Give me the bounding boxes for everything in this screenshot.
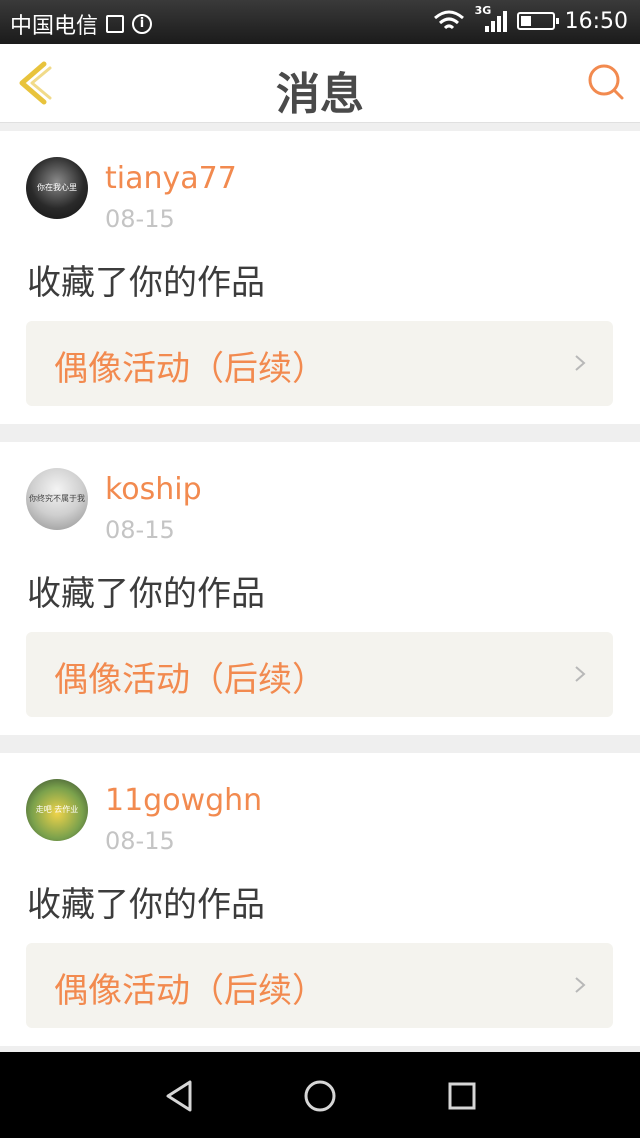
image-icon bbox=[106, 15, 125, 33]
chevron-right-icon bbox=[575, 666, 586, 682]
work-link[interactable]: 偶像活动（后续） bbox=[26, 943, 613, 1028]
wifi-icon bbox=[433, 10, 464, 30]
page-title: 消息 bbox=[276, 69, 364, 120]
message-card: 走吧 去作业 11gowghn 08-15 收藏了你的作品 偶像活动（后续） bbox=[0, 753, 640, 1046]
avatar-caption: 你在我心里 bbox=[37, 183, 77, 192]
search-button[interactable] bbox=[586, 62, 626, 102]
carrier-label: 中国电信 bbox=[10, 14, 99, 39]
chevron-right-icon bbox=[575, 355, 586, 371]
username-link[interactable]: 11gowghn bbox=[105, 783, 262, 818]
work-link[interactable]: 偶像活动（后续） bbox=[26, 632, 613, 717]
status-bar-right: 3G 16:50 bbox=[433, 4, 628, 34]
message-date: 08-15 bbox=[105, 516, 175, 544]
message-date: 08-15 bbox=[105, 827, 175, 855]
work-title: 偶像活动（后续） bbox=[54, 349, 326, 389]
message-card: 你在我心里 tianya77 08-15 收藏了你的作品 偶像活动（后续） bbox=[0, 131, 640, 424]
message-date: 08-15 bbox=[105, 205, 175, 233]
circle-home-icon[interactable] bbox=[300, 1076, 340, 1116]
info-icon: i bbox=[132, 14, 153, 34]
avatar[interactable]: 走吧 去作业 bbox=[26, 779, 88, 841]
message-action-text: 收藏了你的作品 bbox=[27, 885, 265, 925]
avatar[interactable]: 你在我心里 bbox=[26, 157, 88, 219]
message-action-text: 收藏了你的作品 bbox=[27, 574, 265, 614]
avatar-caption: 你终究不属于我 bbox=[29, 494, 85, 503]
work-title: 偶像活动（后续） bbox=[54, 971, 326, 1011]
avatar[interactable]: 你终究不属于我 bbox=[26, 468, 88, 530]
username-link[interactable]: tianya77 bbox=[105, 161, 237, 196]
triangle-back-icon[interactable] bbox=[160, 1076, 200, 1116]
signal-icon: 3G bbox=[475, 4, 507, 34]
avatar-caption: 走吧 去作业 bbox=[35, 805, 79, 814]
header-bar: 消息 bbox=[0, 44, 640, 123]
work-title: 偶像活动（后续） bbox=[54, 660, 326, 700]
message-list: 你在我心里 tianya77 08-15 收藏了你的作品 偶像活动（后续） 你终… bbox=[0, 131, 640, 1064]
square-recent-icon[interactable] bbox=[442, 1076, 482, 1116]
chevron-right-icon bbox=[575, 977, 586, 993]
status-bar: 中国电信 i 3G 16:50 bbox=[0, 0, 640, 44]
battery-icon bbox=[516, 12, 559, 30]
system-nav-bar bbox=[0, 1052, 640, 1138]
clock-label: 16:50 bbox=[564, 8, 628, 34]
status-bar-left: 中国电信 i bbox=[10, 8, 153, 40]
work-link[interactable]: 偶像活动（后续） bbox=[26, 321, 613, 406]
username-link[interactable]: koship bbox=[105, 472, 202, 507]
message-action-text: 收藏了你的作品 bbox=[27, 263, 265, 303]
message-card: 你终究不属于我 koship 08-15 收藏了你的作品 偶像活动（后续） bbox=[0, 442, 640, 735]
